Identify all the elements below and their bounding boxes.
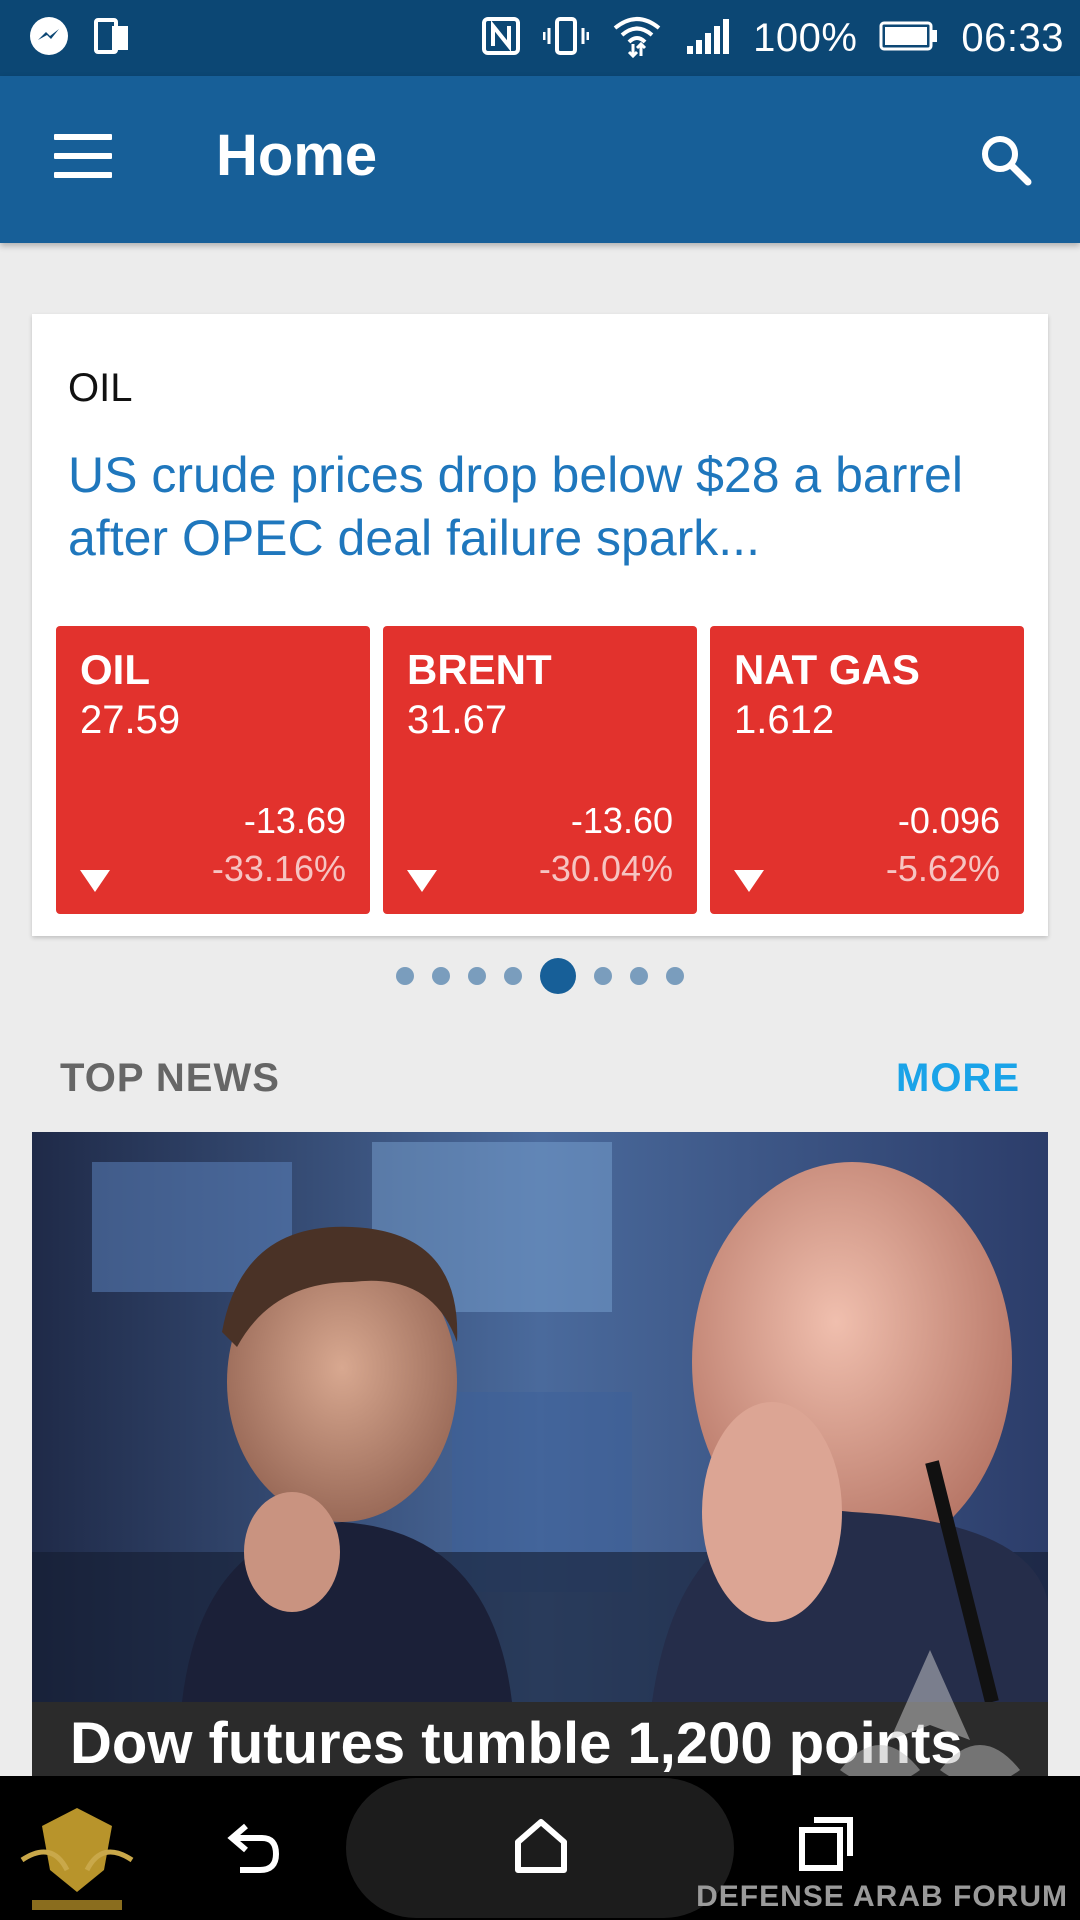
- quote-change: -13.69: [243, 800, 346, 841]
- quote-change-percent: -5.62%: [885, 848, 1000, 889]
- quote-name: NAT GAS: [734, 646, 920, 693]
- news-photo: [32, 1132, 1048, 1702]
- hamburger-menu-icon[interactable]: [54, 134, 112, 178]
- recents-icon[interactable]: [796, 1812, 858, 1879]
- back-icon[interactable]: [222, 1816, 284, 1883]
- pager-dot[interactable]: [594, 967, 612, 985]
- quote-change: -0.096: [897, 800, 1000, 841]
- device-icon: [92, 16, 132, 61]
- home-icon[interactable]: [510, 1814, 572, 1881]
- search-icon[interactable]: [976, 130, 1036, 190]
- status-left: [28, 15, 132, 62]
- more-link[interactable]: MORE: [896, 1056, 1020, 1101]
- quote-price: 31.67: [407, 698, 508, 742]
- pager-dot[interactable]: [540, 958, 576, 994]
- card-category: OIL: [68, 366, 133, 410]
- clock: 06:33: [961, 15, 1064, 60]
- vibrate-icon: [542, 16, 590, 61]
- quote-change: -13.60: [570, 800, 673, 841]
- section-title: TOP NEWS: [60, 1056, 280, 1100]
- status-right: 100% 06:33: [481, 14, 1064, 63]
- carousel-pager[interactable]: [0, 956, 1080, 996]
- quote-tile-nat-gas[interactable]: NAT GAS 1.612 -0.096 -5.62%: [710, 626, 1024, 914]
- down-arrow-icon: [80, 870, 110, 892]
- quote-name: BRENT: [407, 646, 552, 693]
- wifi-icon: [611, 14, 663, 63]
- quote-change-percent: -30.04%: [538, 848, 673, 889]
- watermark-badge: [20, 1808, 134, 1910]
- quote-price: 27.59: [80, 698, 181, 742]
- page-title: Home: [216, 123, 378, 188]
- featured-headline-link[interactable]: US crude prices drop below $28 a barrel …: [68, 444, 1018, 570]
- watermark-text: DEFENSE ARAB FORUM: [696, 1880, 1068, 1913]
- down-arrow-icon: [407, 870, 437, 892]
- pager-dot[interactable]: [468, 967, 486, 985]
- quote-change-percent: -33.16%: [211, 848, 346, 889]
- quote-price: 1.612: [734, 698, 835, 742]
- quote-tile-brent[interactable]: BRENT 31.67 -13.60 -30.04%: [383, 626, 697, 914]
- pager-dot[interactable]: [432, 967, 450, 985]
- app-bar: Home: [0, 76, 1080, 243]
- battery-icon: [879, 20, 939, 57]
- down-arrow-icon: [734, 870, 764, 892]
- nfc-icon: [481, 16, 521, 61]
- quote-tile-oil[interactable]: OIL 27.59 -13.69 -33.16%: [56, 626, 370, 914]
- pager-dot[interactable]: [666, 967, 684, 985]
- featured-card[interactable]: OIL US crude prices drop below $28 a bar…: [32, 314, 1048, 936]
- status-bar: 100% 06:33: [0, 0, 1080, 76]
- pager-dot[interactable]: [396, 967, 414, 985]
- messenger-icon: [28, 15, 70, 62]
- quote-name: OIL: [80, 646, 150, 693]
- pager-dot[interactable]: [630, 967, 648, 985]
- pager-dot[interactable]: [504, 967, 522, 985]
- battery-percent: 100%: [753, 15, 858, 60]
- signal-icon: [685, 18, 731, 59]
